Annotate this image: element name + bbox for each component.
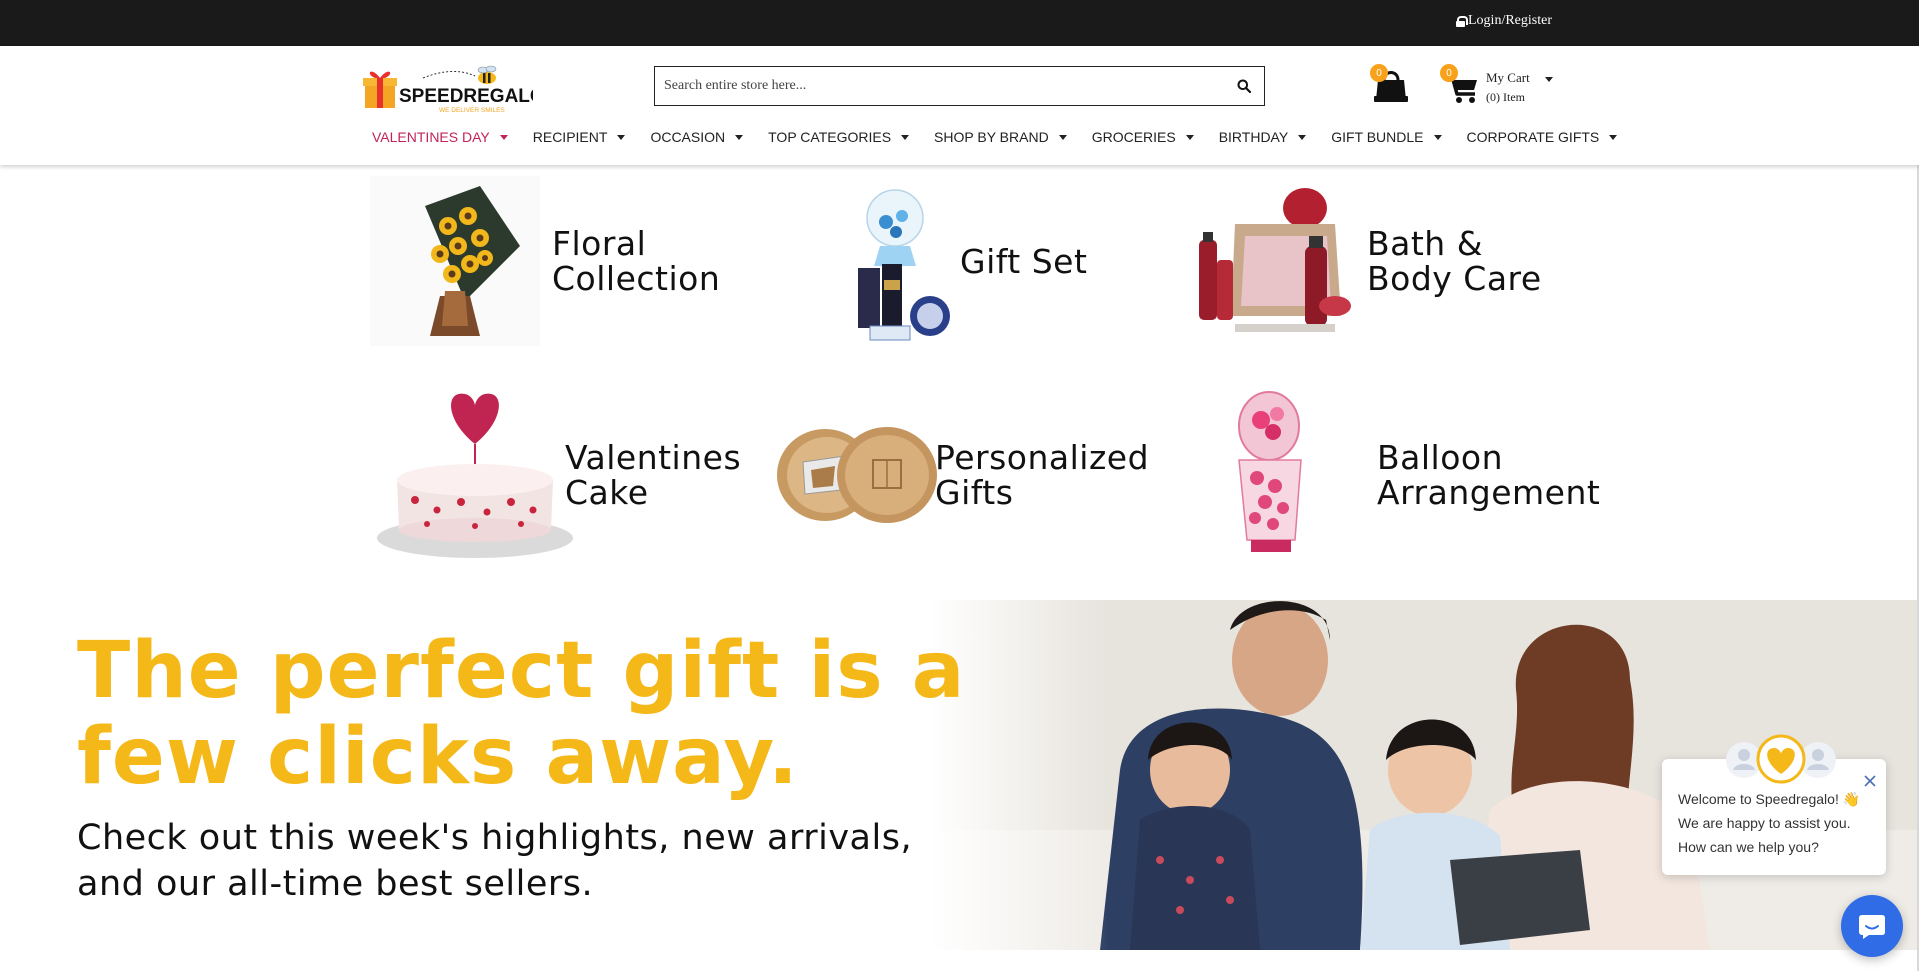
- cheese-board-image: [777, 427, 937, 523]
- top-bar: Login/Register: [0, 0, 1919, 46]
- site-header: SPEEDREGALO WE DELIVER SMILES 0 0 My Car…: [0, 46, 1919, 165]
- category-label: Gift Set: [960, 241, 1088, 281]
- search-button[interactable]: [1224, 67, 1264, 105]
- main-navigation: VALENTINES DAY RECIPIENT OCCASION TOP CATEG…: [372, 129, 1618, 145]
- chevron-down-icon: [1185, 134, 1194, 140]
- wishlist-button[interactable]: 0: [1370, 64, 1412, 106]
- category-label: Balloon Arrangement: [1377, 438, 1601, 512]
- nav-item-valentines-day[interactable]: VALENTINES DAY: [372, 129, 508, 145]
- cart-count-badge: 0: [1440, 64, 1458, 82]
- chevron-down-icon: [1298, 134, 1307, 140]
- nav-item-occasion[interactable]: OCCASION: [650, 129, 744, 145]
- nav-item-label: OCCASION: [650, 129, 726, 145]
- nav-item-gift-bundle[interactable]: GIFT BUNDLE: [1331, 129, 1442, 145]
- hero-subtitle: Check out this week's highlights, new ar…: [77, 818, 913, 904]
- heart-cake-image: [377, 393, 573, 558]
- search-icon: [1237, 79, 1251, 93]
- category-label: Valentines Cake: [565, 438, 742, 512]
- chevron-down-icon: [1058, 134, 1067, 140]
- chevron-down-icon: [735, 134, 744, 140]
- nav-item-recipient[interactable]: RECIPIENT: [533, 129, 626, 145]
- nav-item-label: RECIPIENT: [532, 129, 608, 145]
- gift-set-image: [858, 189, 950, 341]
- chat-launcher-button[interactable]: [1841, 895, 1903, 957]
- category-floral-collection[interactable]: Floral Collection: [370, 176, 740, 346]
- chat-bubble-icon: [1859, 915, 1885, 939]
- hero-title: The perfect gift is a few clicks away.: [77, 626, 966, 802]
- chevron-down-icon: [499, 134, 508, 140]
- nav-item-label: SHOP BY BRAND: [934, 129, 1049, 145]
- lock-icon: [1456, 15, 1468, 27]
- category-bath-body-care[interactable]: Bath & Body Care: [1185, 176, 1555, 346]
- speedregalo-logo[interactable]: SPEEDREGALO WE DELIVER SMILES: [363, 64, 533, 114]
- login-register-link[interactable]: Login/Register: [1456, 13, 1552, 29]
- wishlist-count-badge: 0: [1370, 64, 1388, 82]
- category-balloon-arrangement[interactable]: Balloon Arrangement: [1225, 390, 1605, 560]
- cart-title: My Cart: [1486, 70, 1530, 85]
- nav-item-label: GROCERIES: [1091, 129, 1176, 145]
- chevron-down-icon: [617, 134, 626, 140]
- chat-welcome-message: Welcome to Speedregalo! 👋 We are happy t…: [1678, 791, 1861, 855]
- search-input[interactable]: [655, 67, 1224, 105]
- category-valentines-cake[interactable]: Valentines Cake: [375, 390, 745, 560]
- nav-item-shop-by-brand[interactable]: SHOP BY BRAND: [934, 129, 1067, 145]
- chevron-down-icon: [1609, 134, 1618, 140]
- category-label: Bath & Body Care: [1367, 224, 1542, 298]
- balloon-arrangement-image: [1238, 391, 1302, 552]
- category-label: Floral Collection: [552, 224, 721, 298]
- nav-item-top-categories[interactable]: TOP CATEGORIES: [768, 129, 910, 145]
- cart-item-count: (0) Item: [1486, 90, 1525, 104]
- chat-agent-avatars: [1726, 734, 1836, 784]
- nav-item-birthday[interactable]: BIRTHDAY: [1219, 129, 1307, 145]
- chevron-down-icon: [901, 134, 910, 140]
- category-personalized-gifts[interactable]: Personalized Gifts: [775, 390, 1155, 560]
- chevron-down-icon: [1433, 134, 1442, 140]
- mini-cart[interactable]: 0 My Cart (0) Item: [1440, 64, 1563, 110]
- nav-item-corporate-gifts[interactable]: CORPORATE GIFTS: [1467, 129, 1618, 145]
- category-gift-set[interactable]: Gift Set: [850, 176, 1150, 346]
- login-register-label: Login/Register: [1468, 13, 1552, 28]
- bath-products-image: [1199, 188, 1351, 332]
- logo-wordmark: SPEEDREGALO: [399, 86, 533, 107]
- nav-item-groceries[interactable]: GROCERIES: [1092, 129, 1194, 145]
- nav-item-label: VALENTINES DAY: [372, 129, 490, 145]
- logo-tagline: WE DELIVER SMILES: [439, 107, 505, 114]
- sunflower-bouquet-image: [370, 176, 540, 346]
- nav-item-label: GIFT BUNDLE: [1331, 129, 1424, 145]
- nav-item-label: TOP CATEGORIES: [768, 129, 892, 145]
- chevron-down-icon: [1545, 77, 1553, 82]
- category-label: Personalized Gifts: [935, 438, 1150, 512]
- nav-item-label: BIRTHDAY: [1218, 129, 1289, 145]
- nav-item-label: CORPORATE GIFTS: [1466, 129, 1600, 145]
- search-bar: [654, 66, 1265, 106]
- hero-banner[interactable]: The perfect gift is a few clicks away. C…: [0, 600, 1919, 950]
